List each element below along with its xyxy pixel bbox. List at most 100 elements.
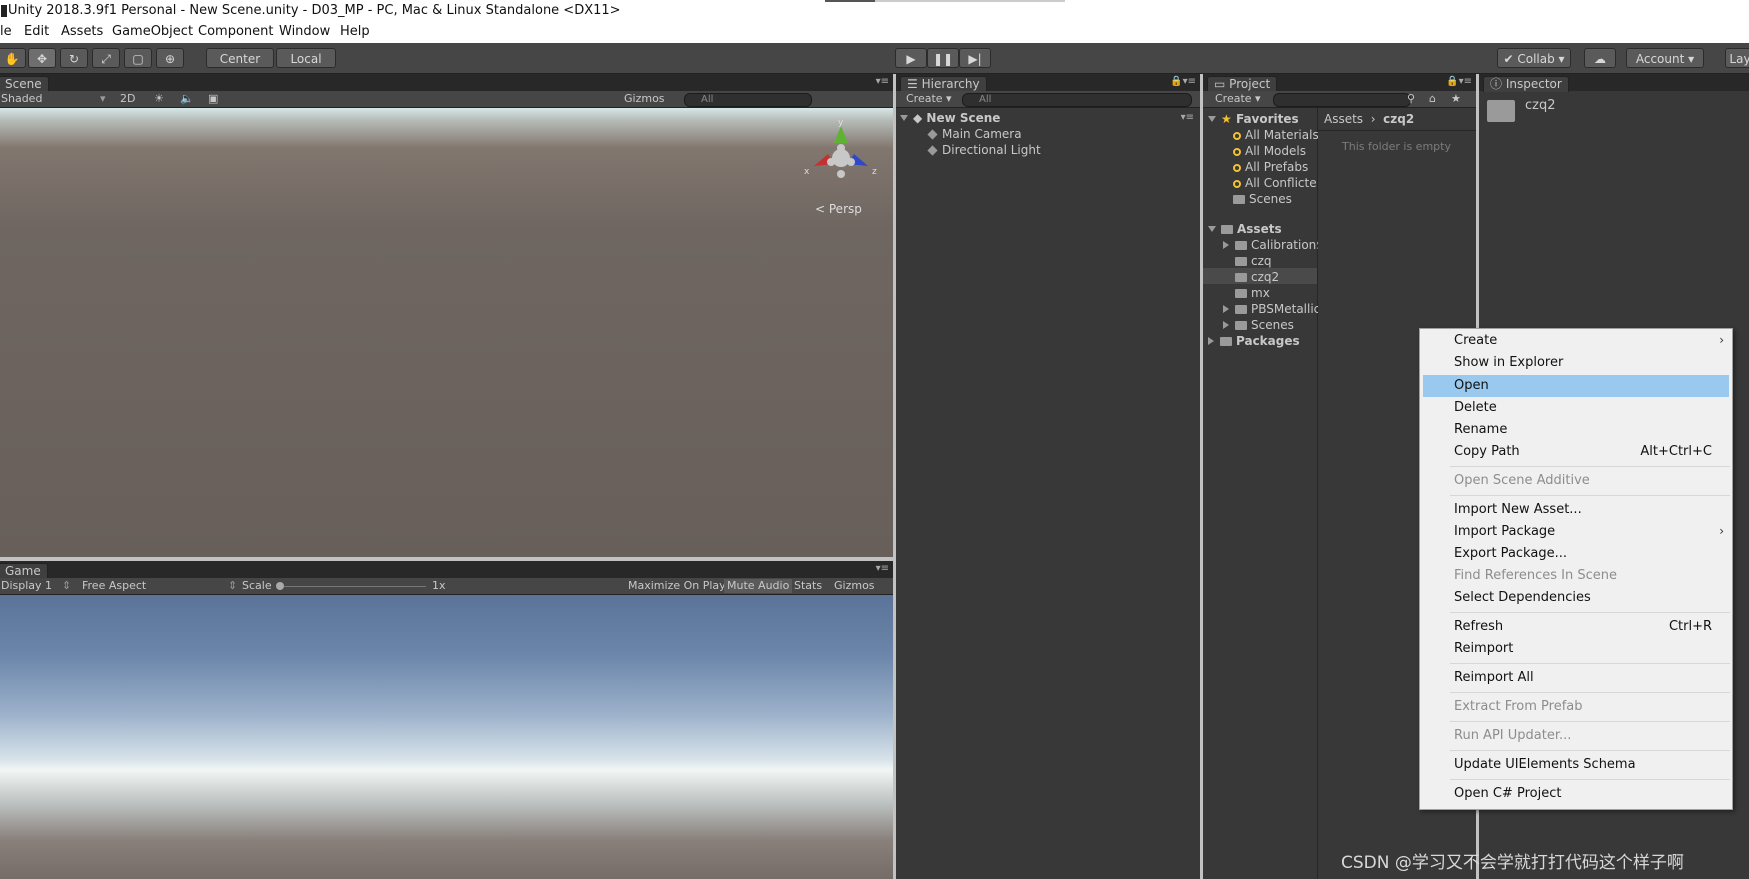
collab-button[interactable]: ✔ Collab ▾ (1497, 48, 1571, 68)
hierarchy-subbar: Create ▾ All (896, 91, 1200, 108)
play-icon: ▶ (906, 52, 916, 66)
list-item[interactable]: Calibration$ (1223, 238, 1324, 252)
menu-item-update-uielements-schema[interactable]: Update UIElements Schema (1454, 755, 1636, 775)
menu-component[interactable]: Component (198, 24, 273, 39)
menu-item-refresh[interactable]: Refresh (1454, 617, 1503, 637)
breadcrumb-current[interactable]: czq2 (1383, 112, 1414, 126)
project-lock-icon[interactable]: 🔒▾≡ (1446, 76, 1472, 87)
display-dropdown[interactable]: Display 1 (1, 579, 52, 593)
tab-hierarchy[interactable]: ☰ Hierarchy (900, 76, 987, 92)
filter-by-type-icon[interactable]: ⚲ (1407, 92, 1415, 106)
scale-slider[interactable] (278, 586, 426, 587)
hierarchy-create-dropdown[interactable]: Create ▾ (906, 92, 952, 106)
favorites-header[interactable]: ★ Favorites (1208, 112, 1299, 126)
gizmos-dropdown[interactable]: Gizmos (624, 92, 665, 106)
menu-help[interactable]: Help (340, 24, 370, 39)
menu-edit[interactable]: Edit (24, 24, 49, 39)
list-item[interactable]: Directional Light (927, 143, 1041, 157)
list-item[interactable]: czq (1235, 254, 1272, 268)
scene-options-icon[interactable]: ▾≡ (1181, 112, 1194, 123)
shading-mode-dropdown[interactable]: Shaded (1, 92, 42, 106)
cloud-button[interactable]: ☁ (1584, 48, 1616, 68)
menu-item-reimport-all[interactable]: Reimport All (1454, 668, 1534, 688)
menu-item-import-new-asset[interactable]: Import New Asset... (1454, 500, 1582, 520)
list-item[interactable]: All Prefabs (1233, 160, 1308, 174)
menu-item-select-dependencies[interactable]: Select Dependencies (1454, 588, 1591, 608)
pivot-local-button[interactable]: Local (276, 48, 336, 68)
favorite-star-icon[interactable]: ★ (1451, 92, 1461, 106)
hierarchy-search-input[interactable]: All (962, 93, 1192, 107)
menu-item-open[interactable]: Open (1454, 376, 1489, 396)
list-item[interactable]: czq2 (1235, 270, 1279, 284)
step-button[interactable]: ▶| (959, 48, 991, 68)
list-item[interactable]: All Materials (1233, 128, 1319, 142)
persp-label[interactable]: < Persp (815, 202, 862, 216)
orientation-gizmo[interactable]: y x z (800, 118, 882, 194)
menu-file[interactable]: le (0, 24, 12, 39)
menu-gameobject[interactable]: GameObject (112, 24, 193, 39)
menu-item-show-in-explorer[interactable]: Show in Explorer (1454, 353, 1563, 373)
panel-menu-icon[interactable]: ▾≡ (876, 76, 889, 87)
list-item[interactable]: Scenes (1223, 318, 1294, 332)
watermark-text: CSDN @学习又不会学就打打代码这个样子啊 (1341, 853, 1684, 873)
move-tool-button[interactable]: ✥ (28, 48, 56, 68)
pivot-center-button[interactable]: Center (206, 48, 274, 68)
scale-slider-thumb[interactable] (276, 582, 284, 590)
menu-item-export-package[interactable]: Export Package... (1454, 544, 1567, 564)
2d-toggle[interactable]: 2D (120, 92, 135, 106)
pause-button[interactable]: ❚❚ (927, 48, 959, 68)
list-item[interactable]: Main Camera (927, 127, 1022, 141)
aspect-dropdown[interactable]: Free Aspect (82, 579, 146, 593)
stats-toggle[interactable]: Stats (794, 579, 822, 593)
scene-viewport[interactable] (0, 108, 893, 557)
menu-assets[interactable]: Assets (61, 24, 103, 39)
game-panel-menu-icon[interactable]: ▾≡ (876, 563, 889, 574)
menu-item-open-csharp-project[interactable]: Open C# Project (1454, 784, 1561, 804)
menu-item-copy-path[interactable]: Copy Path (1454, 442, 1520, 462)
layout-button[interactable]: Lay (1725, 48, 1749, 68)
lighting-toggle-icon[interactable]: ☀ (154, 92, 164, 106)
pause-icon: ❚❚ (932, 52, 954, 66)
transform-tool-button[interactable]: ⊕ (156, 48, 184, 68)
scale-tool-button[interactable]: ⤢ (92, 48, 120, 68)
tab-inspector[interactable]: ⓘ Inspector (1483, 76, 1569, 92)
list-item[interactable]: Scenes (1233, 192, 1292, 206)
menu-item-reimport[interactable]: Reimport (1454, 639, 1513, 659)
hierarchy-lock-icon[interactable]: 🔒▾≡ (1170, 76, 1196, 87)
list-item[interactable]: PBSMetallic (1223, 302, 1320, 316)
list-item-label: All Models (1245, 144, 1306, 158)
hand-tool-button[interactable]: ✋ (0, 48, 26, 68)
menu-item-import-package[interactable]: Import Package (1454, 522, 1555, 542)
breadcrumb-root[interactable]: Assets (1324, 112, 1363, 126)
game-viewport[interactable] (0, 595, 893, 879)
scene-search-input[interactable]: All (684, 93, 812, 107)
list-item[interactable]: mx (1235, 286, 1270, 300)
scene-root-item[interactable]: ◆ New Scene (900, 111, 1000, 125)
list-item[interactable]: All Conflicte (1233, 176, 1317, 190)
menu-window[interactable]: Window (279, 24, 330, 39)
menu-item-create[interactable]: Create (1454, 331, 1497, 351)
scale-icon: ⤢ (101, 52, 111, 66)
audio-toggle-icon[interactable]: 🔈 (180, 92, 194, 106)
project-search-input[interactable] (1273, 93, 1411, 107)
tab-project[interactable]: ▭ Project (1207, 76, 1278, 92)
effects-toggle-icon[interactable]: ▣ (208, 92, 218, 106)
menu-item-delete[interactable]: Delete (1454, 398, 1497, 418)
mute-audio-toggle[interactable]: Mute Audio (724, 579, 793, 593)
rotate-tool-button[interactable]: ↻ (60, 48, 88, 68)
filter-by-label-icon[interactable]: ⌂ (1429, 92, 1436, 106)
menu-item-rename[interactable]: Rename (1454, 420, 1507, 440)
rect-icon: ▢ (132, 52, 144, 66)
collapse-arrow-icon (1223, 305, 1229, 313)
tab-scene[interactable]: Scene (0, 76, 49, 92)
play-button[interactable]: ▶ (895, 48, 927, 68)
project-create-dropdown[interactable]: Create ▾ (1215, 92, 1261, 106)
list-item[interactable]: All Models (1233, 144, 1306, 158)
assets-header[interactable]: Assets (1208, 222, 1282, 236)
rect-tool-button[interactable]: ▢ (124, 48, 152, 68)
game-gizmos-dropdown[interactable]: Gizmos (834, 579, 875, 593)
tab-game[interactable]: Game (0, 563, 48, 579)
account-button[interactable]: Account ▾ (1626, 48, 1704, 68)
packages-header[interactable]: Packages (1208, 334, 1300, 348)
maximize-on-play-toggle[interactable]: Maximize On Play (628, 579, 726, 593)
